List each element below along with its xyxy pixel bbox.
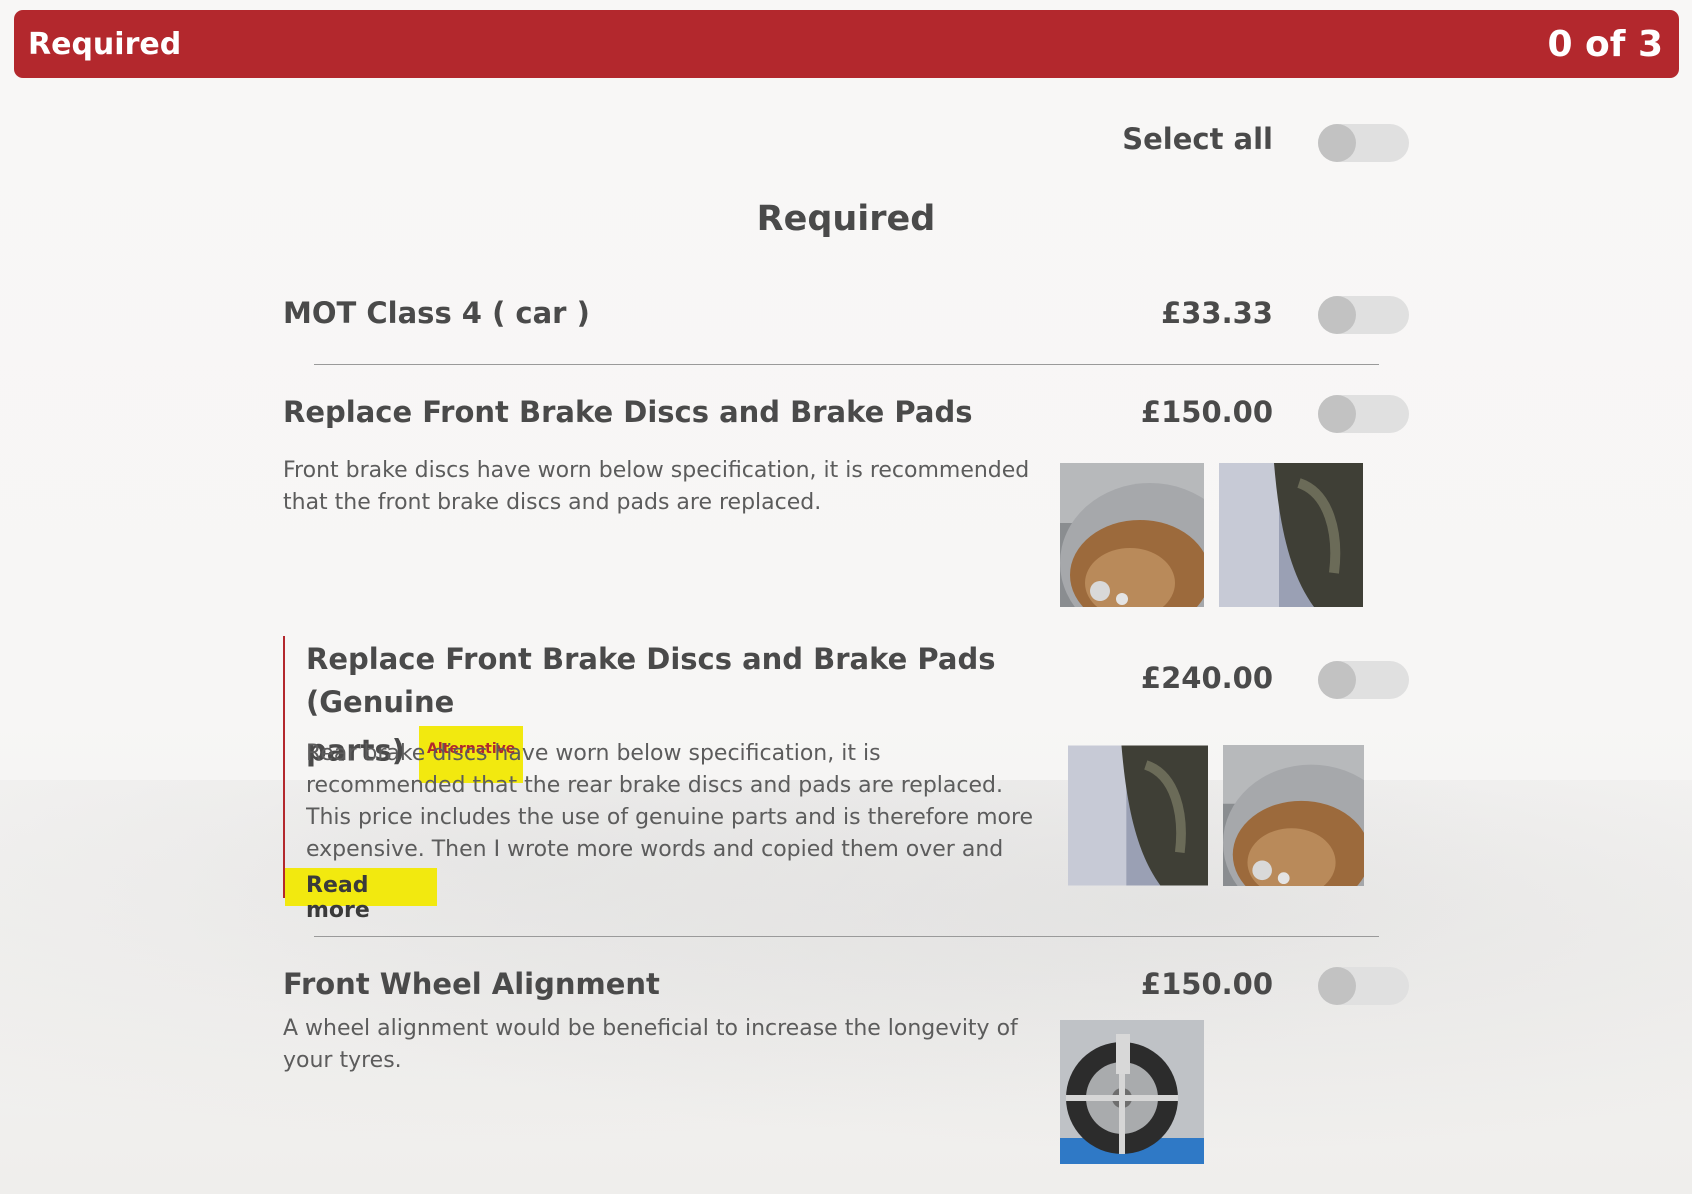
item-title-mot: MOT Class 4 ( car ): [283, 296, 590, 330]
toggle-knob: [1318, 967, 1356, 1005]
item-price-wheel-alignment: £150.00: [1140, 967, 1273, 1001]
required-banner: Required 0 of 3: [14, 10, 1679, 78]
item-toggle-genuine-brakes[interactable]: [1318, 661, 1409, 699]
item-price-front-brakes: £150.00: [1140, 395, 1273, 429]
item-price-mot: £33.33: [1161, 296, 1273, 330]
read-more-button[interactable]: Read more: [285, 868, 437, 923]
brake-disc-photo[interactable]: [1060, 463, 1204, 607]
brake-pad-photo[interactable]: [1068, 745, 1208, 886]
item-toggle-mot[interactable]: [1318, 296, 1409, 334]
select-all-toggle[interactable]: [1318, 124, 1409, 162]
toggle-knob: [1318, 661, 1356, 699]
divider: [314, 936, 1379, 937]
alternative-indicator: [283, 636, 285, 898]
item-title-front-brakes: Replace Front Brake Discs and Brake Pads: [283, 395, 973, 429]
toggle-knob: [1318, 296, 1356, 334]
brake-disc-photo[interactable]: [1223, 745, 1364, 886]
selection-count: 0 of 3: [1547, 23, 1663, 65]
item-title-line1: Replace Front Brake Discs and Brake Pads…: [306, 642, 996, 719]
select-all-label: Select all: [1122, 122, 1273, 156]
toggle-knob: [1318, 395, 1356, 433]
brake-pad-photo[interactable]: [1219, 463, 1363, 607]
item-description-genuine-brakes: Rear brake discs have worn below specifi…: [306, 741, 1034, 862]
divider: [314, 364, 1379, 365]
wheel-alignment-photo[interactable]: [1060, 1020, 1204, 1164]
toggle-knob: [1318, 124, 1356, 162]
item-description-front-brakes: Front brake discs have worn below specif…: [283, 458, 1030, 515]
item-toggle-front-brakes[interactable]: [1318, 395, 1409, 433]
item-toggle-wheel-alignment[interactable]: [1318, 967, 1409, 1005]
section-title: Required: [756, 199, 936, 239]
item-price-genuine-brakes: £240.00: [1140, 661, 1273, 695]
item-title-wheel-alignment: Front Wheel Alignment: [283, 967, 660, 1001]
banner-title: Required: [28, 26, 182, 62]
item-description-wheel-alignment: A wheel alignment would be beneficial to…: [283, 1016, 1018, 1073]
